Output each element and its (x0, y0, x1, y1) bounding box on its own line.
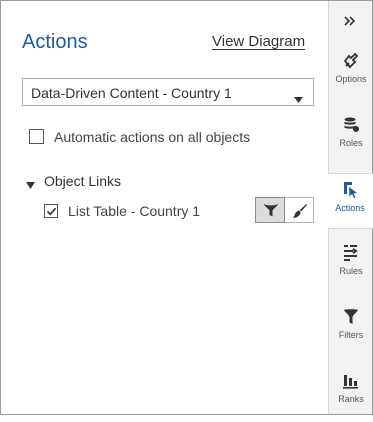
ranks-icon (342, 372, 360, 390)
object-links-header: Object Links (44, 173, 122, 189)
filter-action-button[interactable] (255, 197, 285, 223)
rail-tab-roles[interactable]: Roles (329, 116, 373, 166)
automatic-actions-label: Automatic actions on all objects (54, 129, 251, 145)
panel-title: Actions (22, 31, 88, 53)
options-icon (342, 52, 360, 70)
object-link-checkbox[interactable] (44, 204, 58, 218)
actions-pane: Actions View Diagram Data-Driven Content… (0, 0, 373, 415)
rail-tab-filters[interactable]: Filters (329, 308, 373, 358)
rail-tab-label: Options (335, 74, 367, 84)
rail-tab-label: Roles (339, 138, 363, 148)
object-link-label: List Table - Country 1 (68, 203, 201, 219)
caret-down-icon (294, 90, 303, 108)
target-object-select[interactable]: Data-Driven Content - Country 1 (22, 78, 314, 106)
brush-action-button[interactable] (285, 197, 314, 223)
brush-icon (292, 204, 308, 218)
caret-down-icon (26, 176, 35, 194)
rail-tab-label: Actions (335, 203, 365, 213)
filter-icon (264, 203, 278, 217)
view-diagram-link[interactable]: View Diagram (212, 33, 305, 50)
rail-tab-rules[interactable]: Rules (329, 244, 373, 294)
actions-icon (342, 181, 360, 199)
collapse-pane-button[interactable] (329, 13, 373, 29)
checkmark-icon (46, 207, 57, 216)
side-rail: Options Roles Actions Rules Filters Rank… (328, 1, 373, 414)
double-chevron-right-icon (344, 16, 356, 26)
automatic-actions-checkbox[interactable] (29, 129, 44, 144)
rail-tab-label: Ranks (338, 394, 364, 404)
filter-icon (342, 308, 360, 326)
rail-tab-label: Filters (338, 330, 364, 340)
rail-tab-actions[interactable]: Actions (328, 173, 373, 229)
rules-icon (342, 244, 360, 262)
rail-tab-options[interactable]: Options (329, 52, 373, 102)
target-object-select-value: Data-Driven Content - Country 1 (31, 85, 232, 101)
rail-tab-label: Rules (339, 266, 363, 276)
actions-panel: Actions View Diagram Data-Driven Content… (1, 1, 328, 414)
roles-icon (342, 116, 360, 134)
